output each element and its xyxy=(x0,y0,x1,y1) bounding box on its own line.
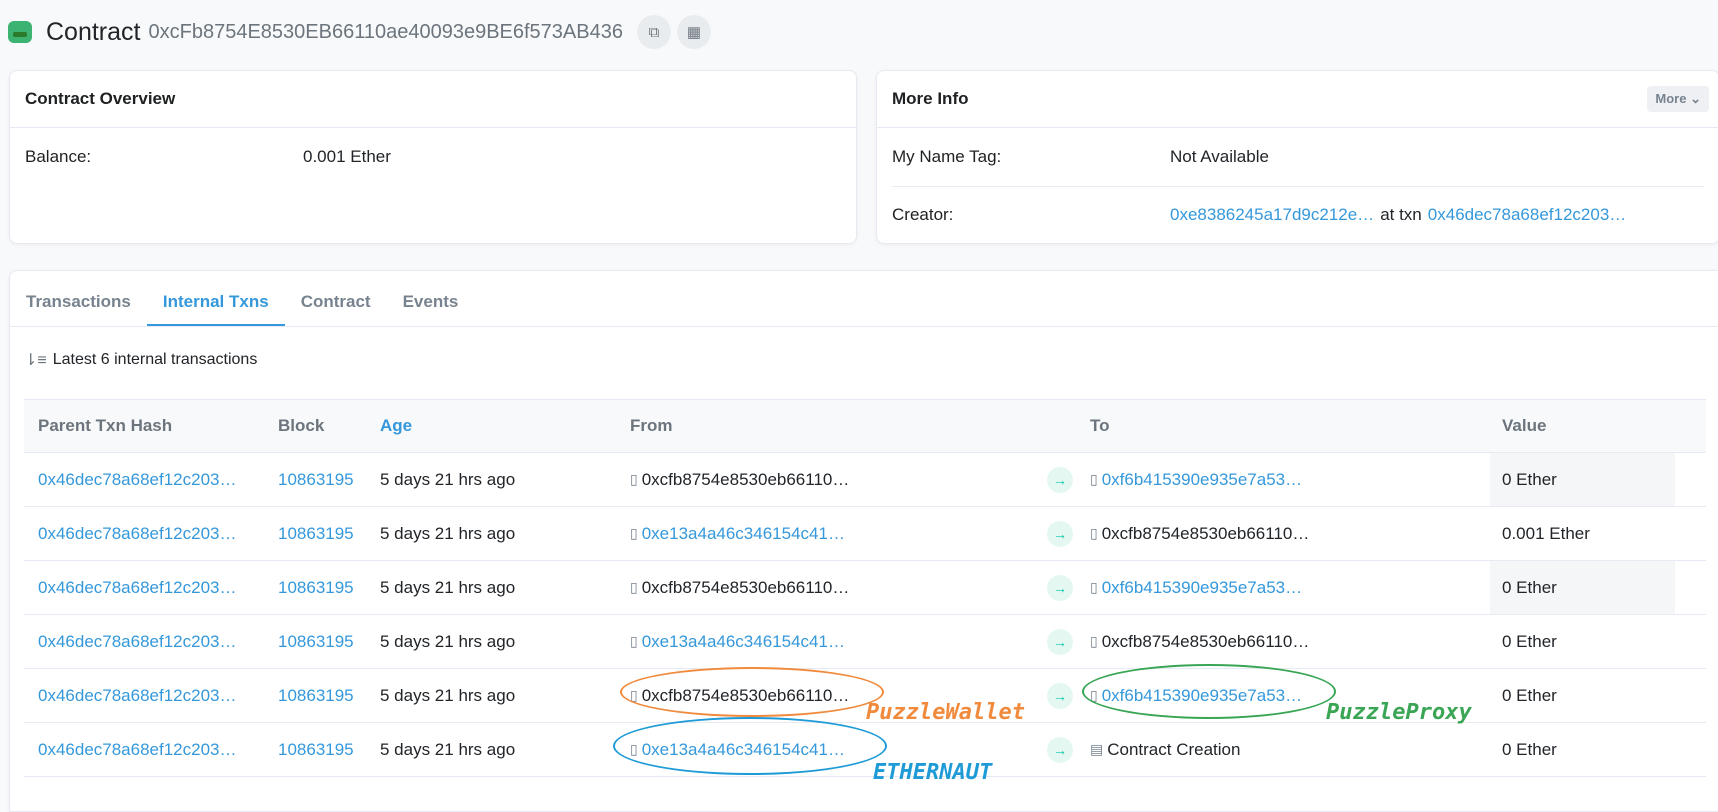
to-address[interactable]: 0xf6b415390e935e7a53… xyxy=(1102,578,1302,598)
value-text: 0 Ether xyxy=(1502,469,1557,489)
table-header: Parent Txn Hash Block Age From To Value xyxy=(24,399,1706,453)
tab-transactions[interactable]: Transactions xyxy=(10,292,147,326)
tab-internal-txns[interactable]: Internal Txns xyxy=(146,292,285,326)
contract-logo-icon xyxy=(8,21,32,43)
from-address: 0xcfb8754e8530eb66110… xyxy=(641,469,850,489)
creator-label: Creator: xyxy=(892,205,954,224)
header-block: Block xyxy=(278,416,325,435)
ethernaut-label: ETHERNAUT xyxy=(873,760,993,785)
age-text: 5 days 21 hrs ago xyxy=(380,577,516,597)
block-link[interactable]: 10863195 xyxy=(278,524,354,543)
table-row: 0x46dec78a68ef12c203… 10863195 5 days 21… xyxy=(24,561,1706,615)
card-title: Contract Overview xyxy=(10,71,856,128)
parent-txn-hash-link[interactable]: 0x46dec78a68ef12c203… xyxy=(38,470,237,489)
age-text: 5 days 21 hrs ago xyxy=(380,631,516,651)
document-icon: ▯ xyxy=(630,525,638,541)
summary-text: Latest 6 internal transactions xyxy=(52,351,258,368)
age-text: 5 days 21 hrs ago xyxy=(380,523,516,543)
value-text: 0 Ether xyxy=(1502,739,1557,759)
table-row: 0x46dec78a68ef12c203… 10863195 5 days 21… xyxy=(24,507,1706,561)
contract-creation-icon: ▤ xyxy=(1090,741,1104,757)
header-parent-txn-hash: Parent Txn Hash xyxy=(38,416,173,435)
balance-row: Balance: 0.001 Ether xyxy=(10,128,856,186)
to-address[interactable]: 0xf6b415390e935e7a53… xyxy=(1102,470,1302,490)
arrow-right-icon: → xyxy=(1047,574,1073,601)
block-link[interactable]: 10863195 xyxy=(278,632,354,651)
block-link[interactable]: 10863195 xyxy=(278,578,354,597)
parent-txn-hash-link[interactable]: 0x46dec78a68ef12c203… xyxy=(38,578,237,597)
more-dropdown-button[interactable]: More ⌄ xyxy=(1647,86,1709,112)
header-to: To xyxy=(1090,416,1110,435)
table-row: 0x46dec78a68ef12c203… 10863195 5 days 21… xyxy=(24,453,1706,507)
document-icon: ▯ xyxy=(630,471,638,487)
qr-code-icon[interactable]: ▦ xyxy=(676,15,711,49)
block-link[interactable]: 10863195 xyxy=(278,740,354,759)
at-txn-text: at txn xyxy=(1380,205,1422,224)
name-tag-value: Not Available xyxy=(1170,147,1269,166)
table-row: 0x46dec78a68ef12c203… 10863195 5 days 21… xyxy=(24,615,1706,669)
contract-overview-card: Contract Overview Balance: 0.001 Ether xyxy=(9,70,857,244)
value-text: 0 Ether xyxy=(1502,685,1557,705)
more-info-card: More Info More ⌄ My Name Tag: Not Availa… xyxy=(876,70,1718,244)
sort-icon: ⇂≡ xyxy=(24,352,47,369)
tab-events[interactable]: Events xyxy=(387,292,475,326)
more-info-title: More Info xyxy=(892,89,969,108)
value-text: 0.001 Ether xyxy=(1502,523,1590,543)
document-icon: ▯ xyxy=(630,579,638,595)
copy-icon[interactable]: ⧉ xyxy=(636,15,671,49)
document-icon: ▯ xyxy=(1090,633,1098,649)
table-summary: ⇂≡ Latest 6 internal transactions xyxy=(24,350,257,370)
parent-txn-hash-link[interactable]: 0x46dec78a68ef12c203… xyxy=(38,632,237,651)
arrow-right-icon: → xyxy=(1047,682,1073,709)
header-value: Value xyxy=(1502,416,1547,435)
to-address: 0xcfb8754e8530eb66110… xyxy=(1101,631,1310,651)
card-title: More Info More ⌄ xyxy=(877,71,1718,128)
arrow-right-icon: → xyxy=(1047,628,1073,655)
value-text: 0 Ether xyxy=(1502,631,1557,651)
page-title: Contract xyxy=(46,17,141,46)
header-age[interactable]: Age xyxy=(380,416,630,436)
age-text: 5 days 21 hrs ago xyxy=(380,469,516,489)
tab-contract[interactable]: Contract xyxy=(285,292,387,326)
to-contract-creation: Contract Creation xyxy=(1107,739,1241,759)
header-from: From xyxy=(630,416,673,435)
age-text: 5 days 21 hrs ago xyxy=(380,685,516,705)
from-address[interactable]: 0xe13a4a46c346154c41… xyxy=(642,524,845,544)
arrow-right-icon: → xyxy=(1047,520,1073,547)
tab-bar: Transactions Internal Txns Contract Even… xyxy=(10,270,1718,327)
document-icon: ▯ xyxy=(1090,525,1098,541)
age-text: 5 days 21 hrs ago xyxy=(380,739,516,759)
block-link[interactable]: 10863195 xyxy=(278,470,354,489)
block-link[interactable]: 10863195 xyxy=(278,686,354,705)
creator-address-link[interactable]: 0xe8386245a17d9c212e… xyxy=(1170,205,1374,225)
parent-txn-hash-link[interactable]: 0x46dec78a68ef12c203… xyxy=(38,524,237,543)
arrow-right-icon: → xyxy=(1047,736,1073,763)
puzzle-proxy-label: PuzzleProxy xyxy=(1326,700,1472,725)
document-icon: ▯ xyxy=(630,633,638,649)
more-button-label: More xyxy=(1655,91,1687,106)
chevron-down-icon: ⌄ xyxy=(1690,91,1701,106)
value-text: 0 Ether xyxy=(1502,577,1557,597)
page-header: Contract 0xcFb8754E8530EB66110ae40093e9B… xyxy=(8,10,717,54)
from-address[interactable]: 0xe13a4a46c346154c41… xyxy=(642,632,845,652)
parent-txn-hash-link[interactable]: 0x46dec78a68ef12c203… xyxy=(38,740,237,759)
balance-label: Balance: xyxy=(25,147,92,166)
puzzle-wallet-label: PuzzleWallet xyxy=(866,700,1025,725)
puzzle-wallet-ellipse xyxy=(620,667,884,717)
creator-txn-link[interactable]: 0x46dec78a68ef12c203… xyxy=(1428,205,1627,225)
arrow-right-icon: → xyxy=(1047,466,1073,493)
from-address: 0xcfb8754e8530eb66110… xyxy=(641,577,850,597)
table-body: 0x46dec78a68ef12c203… 10863195 5 days 21… xyxy=(24,453,1706,777)
contract-address: 0xcFb8754E8530EB66110ae40093e9BE6f573AB4… xyxy=(148,20,623,43)
creator-row: Creator: 0xe8386245a17d9c212e… at txn 0x… xyxy=(877,187,1718,243)
ethernaut-ellipse xyxy=(613,717,887,775)
balance-value: 0.001 Ether xyxy=(303,147,391,166)
document-icon: ▯ xyxy=(1090,471,1098,487)
document-icon: ▯ xyxy=(1090,579,1098,595)
name-tag-row: My Name Tag: Not Available xyxy=(892,128,1704,187)
name-tag-label: My Name Tag: xyxy=(892,147,1002,166)
to-address: 0xcfb8754e8530eb66110… xyxy=(1101,523,1310,543)
puzzle-proxy-ellipse xyxy=(1082,664,1336,719)
parent-txn-hash-link[interactable]: 0x46dec78a68ef12c203… xyxy=(38,686,237,705)
